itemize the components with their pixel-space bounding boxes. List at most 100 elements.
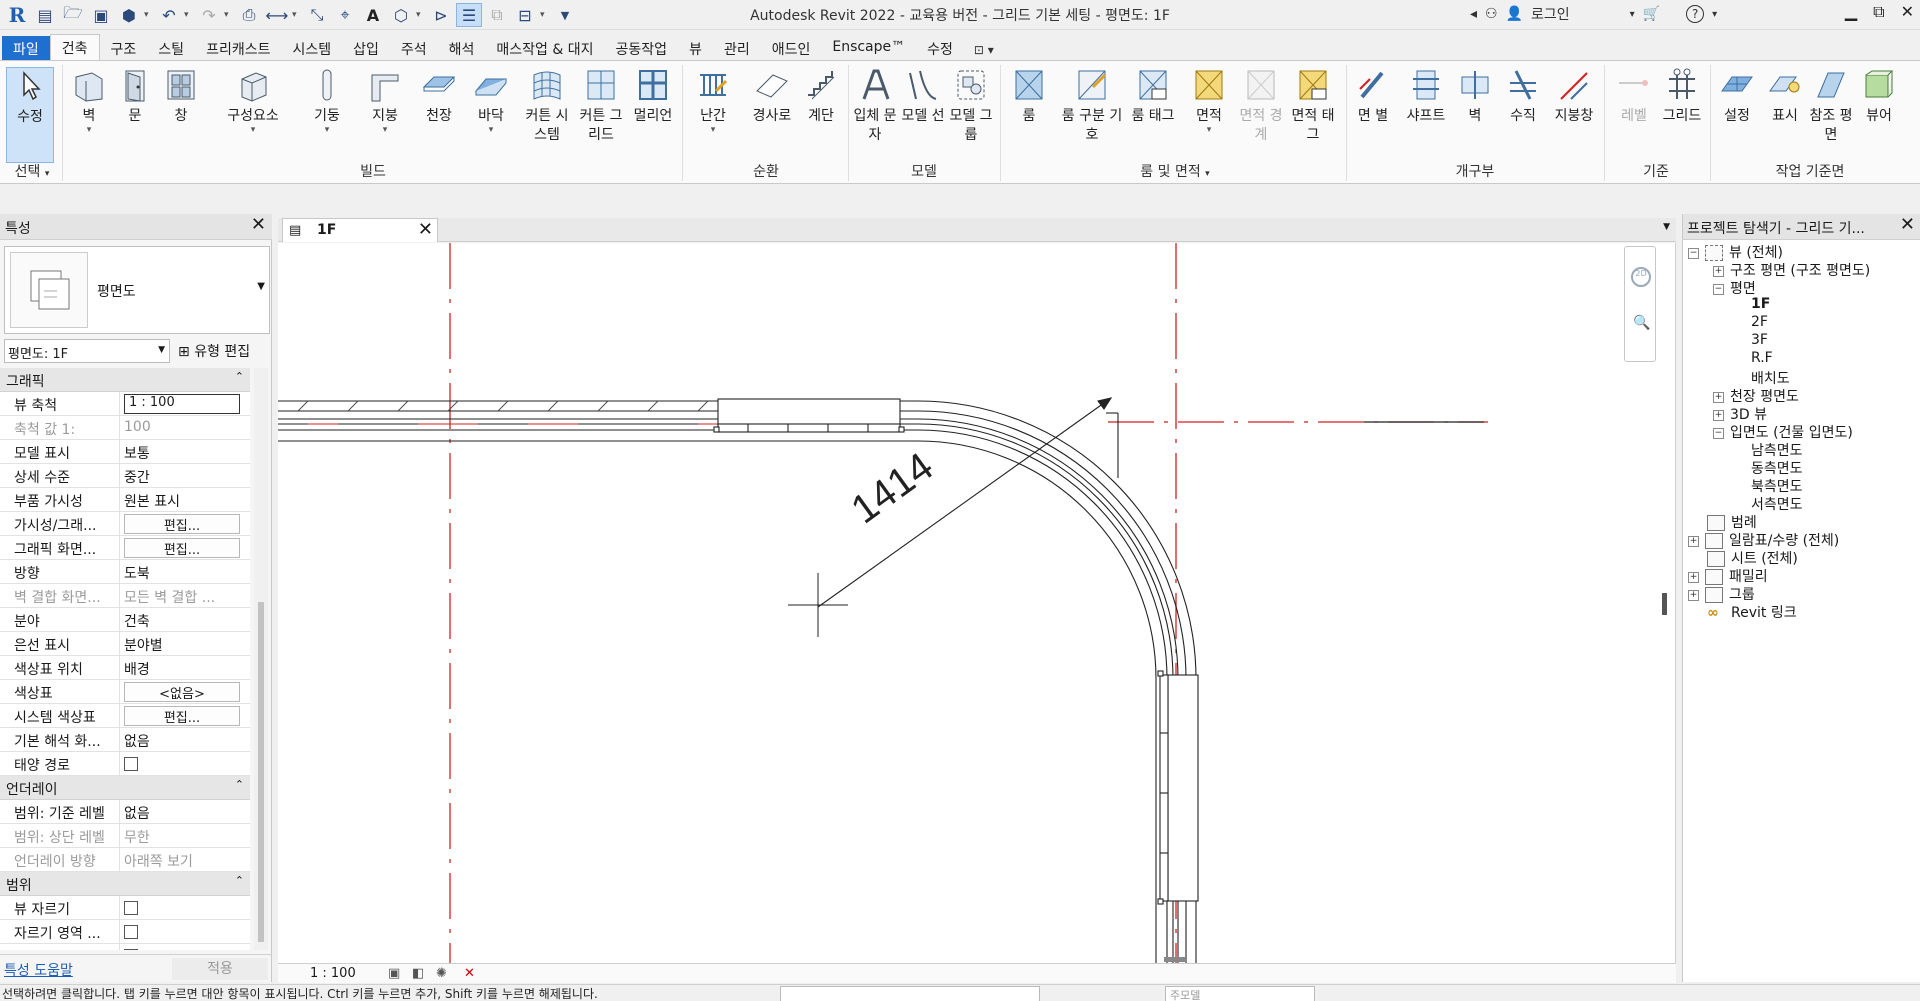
user-icon[interactable]: 👤 [1506, 6, 1523, 22]
print-icon[interactable]: ⎙ [236, 3, 262, 27]
switch-windows-dropdown-icon[interactable]: ▾ [540, 10, 550, 20]
expand-icon[interactable]: + [1713, 409, 1724, 421]
close-view-icon[interactable]: ✕ [418, 219, 433, 240]
detail-level-icon[interactable]: ▣ [388, 966, 400, 981]
apply-button[interactable]: 적용 [172, 958, 268, 980]
property-edit-button[interactable]: 편집... [124, 706, 240, 726]
aligned-dimension-icon[interactable]: ⤡ [304, 3, 330, 27]
railing-button[interactable]: 난간 ▾ [690, 67, 736, 163]
edit-type-button[interactable]: ⊞ 유형 편집 [174, 339, 270, 363]
wall-opening-button[interactable]: 벽 [1452, 67, 1498, 163]
floor-button[interactable]: 바닥 ▾ [468, 67, 514, 163]
cart-icon[interactable]: 🛒 [1643, 6, 1660, 22]
switch-windows-icon[interactable]: ⊟ [512, 3, 538, 27]
tab-precast[interactable]: 프리캐스트 [195, 36, 281, 60]
room-tag-button[interactable]: 룸 태그 [1130, 67, 1176, 163]
collapse-icon[interactable]: − [1688, 247, 1699, 259]
collapse-icon[interactable]: ⌃ [235, 874, 244, 887]
by-face-button[interactable]: 면 별 [1350, 67, 1396, 163]
expand-icon[interactable]: + [1713, 265, 1724, 277]
redo-dropdown-icon[interactable]: ▾ [224, 10, 234, 20]
restore-icon[interactable]: ⧉ [1873, 2, 1884, 22]
shaft-button[interactable]: 샤프트 [1398, 67, 1454, 163]
column-button[interactable]: 기둥 ▾ [304, 67, 350, 163]
instance-selector[interactable]: 평면도: 1F ▼ [4, 339, 170, 363]
property-group-header[interactable]: 그래픽 ⌃ [0, 368, 250, 392]
collapse-icon[interactable]: ⌃ [235, 370, 244, 383]
vertical-opening-button[interactable]: 수직 [1500, 67, 1546, 163]
tree-node-west[interactable]: 서측면도 [1751, 494, 1803, 516]
vertical-scroll-handle[interactable] [1662, 593, 1667, 615]
view-scale-input[interactable]: 1 : 100 [124, 394, 240, 414]
tab-insert[interactable]: 삽입 [342, 36, 390, 60]
tab-collaborate[interactable]: 공동작업 [605, 36, 679, 60]
room-button[interactable]: 룸 [1006, 67, 1052, 163]
design-option-field[interactable]: 주모델 [1165, 986, 1315, 1001]
tab-file[interactable]: 파일 [2, 36, 50, 60]
roof-button[interactable]: 지붕 ▾ [362, 67, 408, 163]
default-3d-icon[interactable]: ⬡ [388, 3, 414, 27]
modify-button[interactable]: 수정 [6, 67, 54, 163]
redo-icon[interactable]: ↷ [196, 3, 222, 27]
thin-lines-icon[interactable]: ☰ [456, 3, 482, 27]
ribbon-minimize-icon[interactable]: ⊡ ▾ [964, 40, 1004, 60]
tab-modify[interactable]: 수정 [916, 36, 964, 60]
undo-dropdown-icon[interactable]: ▾ [184, 10, 194, 20]
properties-help-link[interactable]: 특성 도움말 [4, 960, 73, 980]
expand-left-icon[interactable]: ◂ [1470, 6, 1477, 22]
stair-button[interactable]: 계단 [798, 67, 844, 163]
dormer-button[interactable]: 지붕창 [1546, 67, 1602, 163]
collapse-icon[interactable]: − [1713, 283, 1724, 295]
view-tabs-dropdown-icon[interactable]: ▼ [1663, 222, 1670, 232]
property-edit-button[interactable]: 편집... [124, 538, 240, 558]
property-value[interactable]: 없음 [120, 800, 250, 823]
view-tab-1f[interactable]: ▤ 1F ✕ [282, 218, 438, 242]
text-icon[interactable]: A [360, 3, 386, 27]
property-value[interactable]: 원본 표시 [120, 488, 250, 511]
undo-icon[interactable]: ↶ [156, 3, 182, 27]
login-dropdown-icon[interactable]: ▾ [1630, 9, 1635, 20]
sync-dropdown-icon[interactable]: ▾ [144, 10, 154, 20]
customize-icon[interactable]: ▼ [552, 3, 578, 27]
set-workplane-button[interactable]: 설정 [1714, 67, 1760, 163]
revit-logo-icon[interactable]: R [4, 3, 30, 27]
room-separator-button[interactable]: 룸 구분 기호 [1056, 67, 1128, 163]
expand-icon[interactable]: + [1713, 391, 1724, 403]
property-value[interactable] [120, 944, 250, 950]
property-edit-button[interactable]: <없음> [124, 682, 240, 702]
property-checkbox[interactable] [124, 925, 138, 939]
property-group-header[interactable]: 언더레이 ⌃ [0, 776, 250, 800]
drawing-canvas[interactable]: 1414 [278, 243, 1676, 963]
room-area-panel-label[interactable]: 룸 및 면적 ▾ [1120, 161, 1230, 181]
horizontal-scroll-handle[interactable] [1164, 957, 1186, 962]
level-button[interactable]: 레벨 [1608, 67, 1660, 163]
window-button[interactable]: 창 [158, 67, 204, 163]
type-selector[interactable]: 평면도 ▼ [4, 246, 270, 334]
tab-analyze[interactable]: 해석 [438, 36, 486, 60]
select-panel-label[interactable]: 선택 ▾ [4, 161, 60, 181]
default-3d-dropdown-icon[interactable]: ▾ [416, 10, 426, 20]
tab-addins[interactable]: 애드인 [761, 36, 822, 60]
property-value[interactable]: 없음 [120, 728, 250, 751]
sun-path-icon[interactable]: ✺ [436, 966, 447, 981]
binoculars-icon[interactable]: ⚇ [1485, 6, 1498, 22]
tab-view[interactable]: 뷰 [678, 36, 713, 60]
property-value[interactable]: <없음> [120, 680, 250, 703]
show-workplane-button[interactable]: 표시 [1762, 67, 1808, 163]
shadows-icon[interactable]: ✕ [464, 966, 475, 981]
property-checkbox[interactable] [124, 949, 138, 950]
property-value[interactable]: 편집... [120, 512, 250, 535]
zoom-icon[interactable]: 🔍 [1633, 315, 1650, 331]
help-icon[interactable]: ? [1686, 5, 1705, 23]
minimize-icon[interactable]: ▁ [1845, 2, 1857, 22]
model-group-button[interactable]: 모델 그룹 [948, 67, 994, 163]
mullion-button[interactable]: 멀리언 [630, 67, 676, 163]
save-icon[interactable]: ▣ [88, 3, 114, 27]
wall-button[interactable]: 벽 ▾ [66, 67, 112, 163]
ceiling-button[interactable]: 천장 [416, 67, 462, 163]
curtain-grid-button[interactable]: 커튼 그리드 [576, 67, 626, 163]
home-icon[interactable]: ▤ [32, 3, 58, 27]
sync-icon[interactable]: ⬢ [116, 3, 142, 27]
collapse-icon[interactable]: ⌃ [235, 778, 244, 791]
property-value[interactable]: 편집... [120, 704, 250, 727]
